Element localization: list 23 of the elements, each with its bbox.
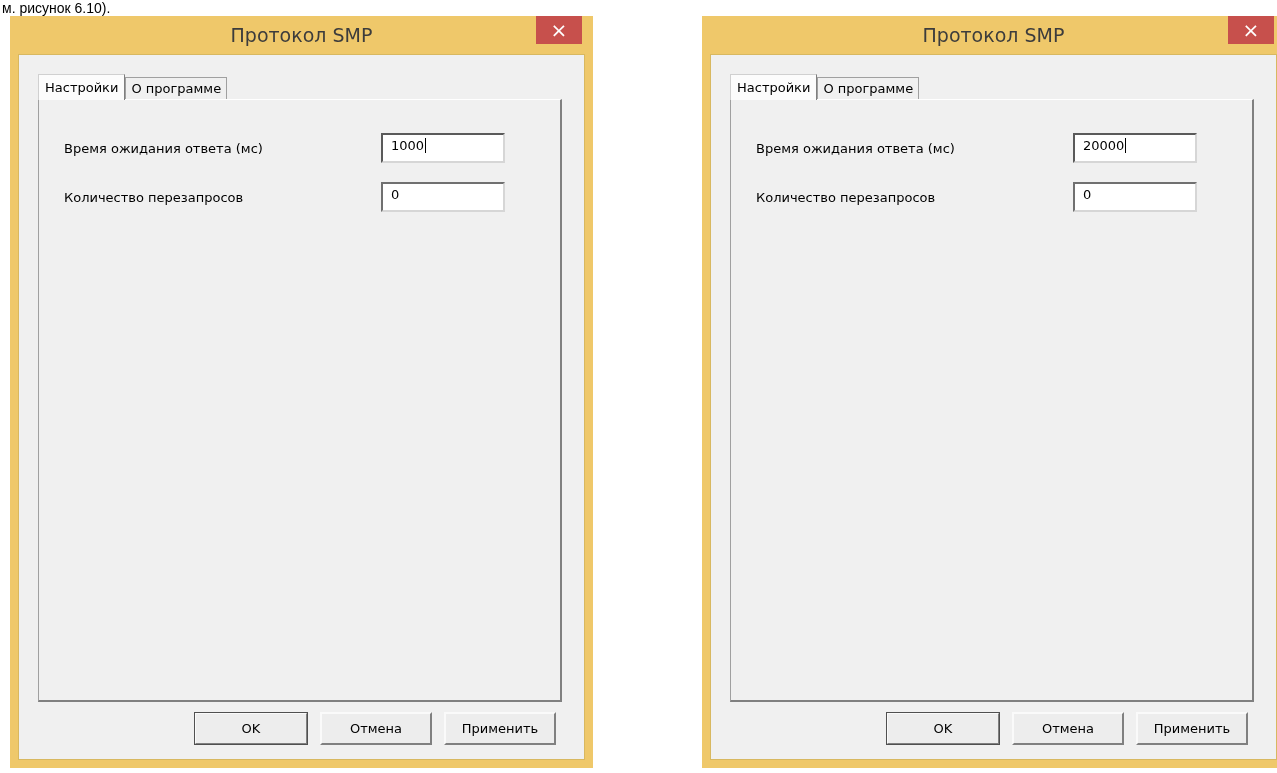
- dialog-button[interactable]: Применить: [1136, 712, 1248, 745]
- dialog-button[interactable]: Применить: [444, 712, 556, 745]
- tab[interactable]: Настройки: [38, 74, 126, 100]
- input-field[interactable]: 1000: [381, 133, 505, 163]
- field-label: Количество перезапросов: [756, 189, 936, 205]
- window-title: Протокол SMP: [922, 24, 1065, 46]
- dialog-button[interactable]: Отмена: [1012, 712, 1124, 745]
- dialog-button[interactable]: Отмена: [320, 712, 432, 745]
- tab[interactable]: О программе: [125, 77, 228, 99]
- input-field[interactable]: 0: [1073, 182, 1197, 212]
- dialog-button[interactable]: OK: [194, 712, 308, 745]
- field-label: Время ожидания ответа (мс): [756, 140, 955, 156]
- close-button[interactable]: ×: [536, 16, 582, 44]
- field-label: Количество перезапросов: [64, 189, 244, 205]
- dialog-button[interactable]: OK: [886, 712, 1000, 745]
- tab[interactable]: Настройки: [730, 74, 818, 100]
- field-label: Время ожидания ответа (мс): [64, 140, 263, 156]
- close-button[interactable]: ×: [1228, 16, 1274, 44]
- input-field[interactable]: 20000: [1073, 133, 1197, 163]
- tab[interactable]: О программе: [817, 77, 920, 99]
- input-field[interactable]: 0: [381, 182, 505, 212]
- caption-text: м. рисунок 6.10).: [1, 0, 111, 16]
- window-title: Протокол SMP: [230, 24, 373, 46]
